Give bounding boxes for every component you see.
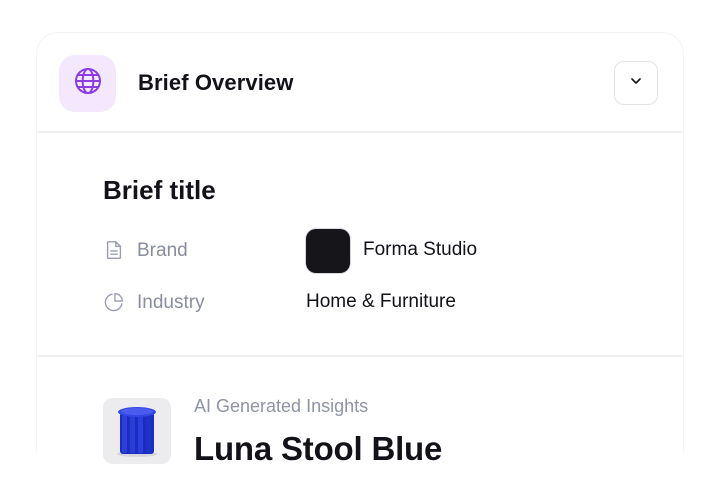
divider	[36, 131, 682, 133]
industry-value: Home & Furniture	[306, 291, 456, 312]
product-thumbnail	[103, 398, 171, 464]
ai-insights-label: AI Generated Insights	[194, 396, 369, 416]
brief-field-industry: Industry Home & Furniture	[103, 281, 663, 325]
divider	[36, 355, 682, 357]
panel-title: Brief Overview	[138, 70, 294, 95]
industry-label: Industry	[137, 292, 205, 313]
brief-title: Brief title	[103, 175, 216, 205]
brand-logo	[306, 229, 350, 273]
stool-image	[103, 398, 171, 464]
globe-icon	[72, 65, 104, 102]
panel-header: Brief Overview	[36, 32, 682, 132]
pie-chart-icon	[103, 291, 125, 313]
brand-label: Brand	[137, 240, 188, 261]
brief-field-brand: Brand Forma Studio	[103, 229, 663, 273]
brief-overview-panel: Brief Overview Brief title Brand Forma S…	[0, 0, 720, 480]
product-name: Luna Stool Blue	[194, 430, 443, 467]
chevron-down-icon	[628, 73, 644, 94]
globe-badge	[59, 55, 116, 112]
document-icon	[103, 239, 125, 261]
collapse-toggle-button[interactable]	[614, 61, 658, 105]
brand-value: Forma Studio	[363, 239, 478, 260]
